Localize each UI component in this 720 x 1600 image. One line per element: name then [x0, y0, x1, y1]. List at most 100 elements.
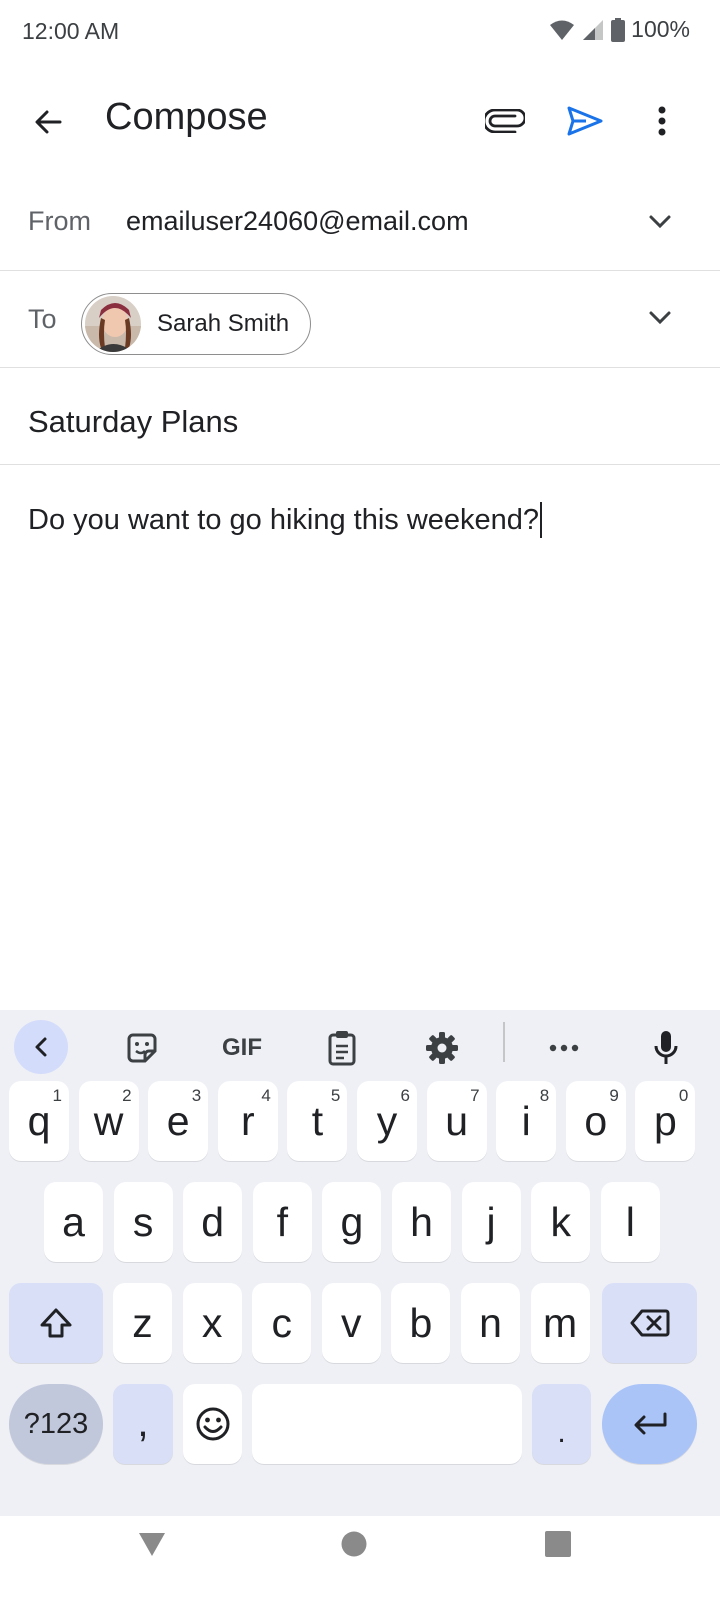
sticker-icon: [127, 1033, 157, 1063]
sticker-button[interactable]: [118, 1024, 166, 1072]
signal-icon: [583, 19, 604, 40]
nav-home-button[interactable]: [332, 1522, 376, 1566]
body-text: Do you want to go hiking this weekend?: [28, 503, 540, 536]
key-hint: 8: [539, 1086, 550, 1105]
text-cursor: [540, 502, 543, 538]
shift-icon: [40, 1308, 72, 1338]
from-dropdown-button[interactable]: [644, 206, 676, 238]
key-label: g: [340, 1198, 364, 1245]
key-label: a: [62, 1198, 85, 1245]
emoji-key[interactable]: [183, 1384, 242, 1464]
key-s[interactable]: s: [113, 1182, 173, 1262]
toolbar-divider: [503, 1022, 505, 1062]
key-z[interactable]: z: [113, 1283, 172, 1363]
key-label: q: [27, 1097, 51, 1144]
nav-recents-button[interactable]: [536, 1522, 580, 1566]
key-label: s: [132, 1198, 154, 1245]
clipboard-button[interactable]: [318, 1024, 366, 1072]
key-hint: 1: [52, 1086, 62, 1105]
system-navigation-bar: [0, 1516, 720, 1600]
key-label: t: [311, 1097, 324, 1144]
key-d[interactable]: d: [183, 1182, 243, 1262]
enter-icon: [634, 1412, 666, 1435]
key-c[interactable]: c: [252, 1283, 312, 1363]
key-label: x: [201, 1299, 223, 1346]
key-hint: 6: [400, 1086, 410, 1105]
body-field[interactable]: Do you want to go hiking this weekend?: [28, 502, 543, 538]
more-options-button[interactable]: [640, 96, 684, 146]
key-label: l: [625, 1198, 635, 1245]
key-v[interactable]: v: [321, 1283, 381, 1363]
key-l[interactable]: l: [600, 1182, 660, 1262]
nav-back-button[interactable]: [130, 1522, 174, 1566]
shift-key[interactable]: [9, 1283, 103, 1363]
key-label: w: [93, 1097, 124, 1144]
period-key[interactable]: .: [532, 1384, 591, 1464]
key-u[interactable]: u7: [426, 1081, 487, 1161]
key-m[interactable]: m: [530, 1283, 590, 1363]
key-hint: 2: [122, 1086, 132, 1105]
comma-key[interactable]: ,: [113, 1384, 173, 1464]
key-i[interactable]: i8: [496, 1081, 557, 1161]
key-q[interactable]: q1: [9, 1081, 69, 1161]
key-hint: 9: [609, 1086, 619, 1105]
key-k[interactable]: k: [531, 1182, 591, 1262]
backspace-key[interactable]: [602, 1283, 697, 1363]
key-label: u: [445, 1097, 468, 1144]
attachment-icon: [485, 109, 525, 133]
key-o[interactable]: o9: [565, 1081, 626, 1161]
to-dropdown-button[interactable]: [644, 302, 676, 334]
to-label: To: [28, 304, 57, 334]
key-g[interactable]: g: [322, 1182, 382, 1262]
key-label: j: [486, 1198, 496, 1245]
more-horiz-icon: [549, 1044, 579, 1052]
backspace-icon: [630, 1309, 669, 1337]
key-x[interactable]: x: [182, 1283, 242, 1363]
key-y[interactable]: y6: [357, 1081, 417, 1161]
keyboard-collapse-button[interactable]: [14, 1020, 68, 1074]
gif-button[interactable]: GIF: [212, 1024, 272, 1072]
attach-button[interactable]: [480, 96, 530, 146]
key-label: m: [543, 1299, 578, 1346]
key-b[interactable]: b: [391, 1283, 451, 1363]
avatar: [85, 296, 141, 352]
battery-percent: 100%: [631, 16, 690, 42]
status-icons: 100%: [549, 16, 690, 43]
space-key[interactable]: [252, 1384, 522, 1464]
microphone-icon: [654, 1031, 678, 1064]
more-tools-button[interactable]: [540, 1024, 588, 1072]
from-address[interactable]: emailuser24060@email.com: [126, 206, 469, 237]
recipient-name: Sarah Smith: [157, 310, 290, 337]
key-hint: 4: [261, 1086, 271, 1105]
status-time: 12:00 AM: [22, 18, 120, 44]
key-label: p: [653, 1097, 677, 1144]
key-j[interactable]: j: [461, 1182, 521, 1262]
voice-input-button[interactable]: [642, 1024, 690, 1072]
enter-key[interactable]: [602, 1384, 697, 1464]
send-icon: [567, 106, 603, 136]
key-t[interactable]: t5: [287, 1081, 348, 1161]
subject-field[interactable]: Saturday Plans: [28, 404, 238, 440]
key-label: r: [240, 1097, 255, 1144]
key-f[interactable]: f: [252, 1182, 312, 1262]
arrow-back-icon: [35, 110, 62, 134]
triangle-back-icon: [139, 1533, 165, 1556]
back-button[interactable]: [24, 98, 72, 146]
keyboard-settings-button[interactable]: [418, 1024, 466, 1072]
wifi-icon: [550, 20, 575, 40]
key-e[interactable]: e3: [148, 1081, 209, 1161]
key-h[interactable]: h: [392, 1182, 451, 1262]
key-n[interactable]: n: [461, 1283, 520, 1363]
battery-icon: [611, 17, 626, 42]
square-recents-icon: [545, 1531, 571, 1557]
key-r[interactable]: r4: [217, 1081, 278, 1161]
key-label: v: [341, 1299, 362, 1346]
key-p[interactable]: p0: [635, 1081, 696, 1161]
key-a[interactable]: a: [44, 1182, 103, 1262]
circle-home-icon: [341, 1531, 367, 1557]
key-label: c: [271, 1299, 292, 1346]
key-w[interactable]: w2: [78, 1081, 139, 1161]
recipient-chip[interactable]: Sarah Smith: [81, 293, 311, 355]
symbols-key[interactable]: ?123: [9, 1384, 103, 1464]
send-button[interactable]: [560, 96, 610, 146]
